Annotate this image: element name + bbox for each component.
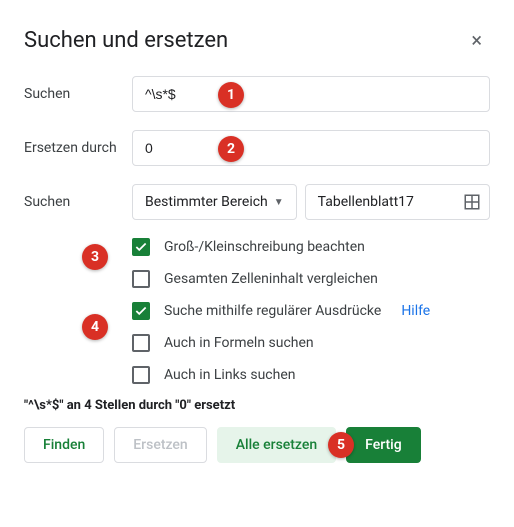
- close-icon[interactable]: ×: [463, 24, 490, 56]
- check-label-4: Auch in Links suchen: [164, 367, 296, 383]
- callout-2: 2: [218, 136, 244, 162]
- callout-3: 3: [82, 244, 108, 270]
- range-input[interactable]: Tabellenblatt17: [305, 184, 490, 220]
- check-label-2: Suche mithilfe regulärer Ausdrücke: [164, 303, 381, 319]
- replace-button[interactable]: Ersetzen: [114, 427, 206, 463]
- check-label-0: Groß-/Kleinschreibung beachten: [164, 239, 365, 255]
- checkbox-0[interactable]: [132, 238, 150, 256]
- checkbox-4[interactable]: [132, 366, 150, 384]
- replace-all-button[interactable]: Alle ersetzen: [217, 427, 336, 463]
- range-value: Tabellenblatt17: [318, 194, 414, 210]
- callout-4: 4: [82, 314, 108, 340]
- check-row-4: Auch in Links suchen: [24, 366, 490, 384]
- help-link[interactable]: Hilfe: [401, 303, 430, 319]
- replace-input[interactable]: [132, 130, 490, 166]
- checkbox-2[interactable]: [132, 302, 150, 320]
- check-row-1: Gesamten Zelleninhalt vergleichen: [24, 270, 490, 288]
- scope-select-value: Bestimmter Bereich: [145, 194, 268, 210]
- done-button[interactable]: Fertig: [346, 427, 421, 463]
- callout-1: 1: [218, 82, 244, 108]
- scope-label: Suchen: [24, 194, 132, 210]
- search-label: Suchen: [24, 86, 132, 102]
- grid-icon: [463, 193, 481, 211]
- check-label-1: Gesamten Zelleninhalt vergleichen: [164, 271, 378, 287]
- callout-5: 5: [328, 432, 354, 458]
- check-label-3: Auch in Formeln suchen: [164, 335, 314, 351]
- caret-down-icon: ▼: [274, 197, 284, 208]
- find-button[interactable]: Finden: [24, 427, 104, 463]
- replace-label: Ersetzen durch: [24, 140, 132, 156]
- status-text: "^\s*$" an 4 Stellen durch "0" ersetzt: [24, 398, 490, 413]
- checkbox-3[interactable]: [132, 334, 150, 352]
- dialog-title: Suchen und ersetzen: [24, 28, 228, 53]
- search-input[interactable]: [132, 76, 490, 112]
- scope-select[interactable]: Bestimmter Bereich ▼: [132, 184, 297, 220]
- checkbox-1[interactable]: [132, 270, 150, 288]
